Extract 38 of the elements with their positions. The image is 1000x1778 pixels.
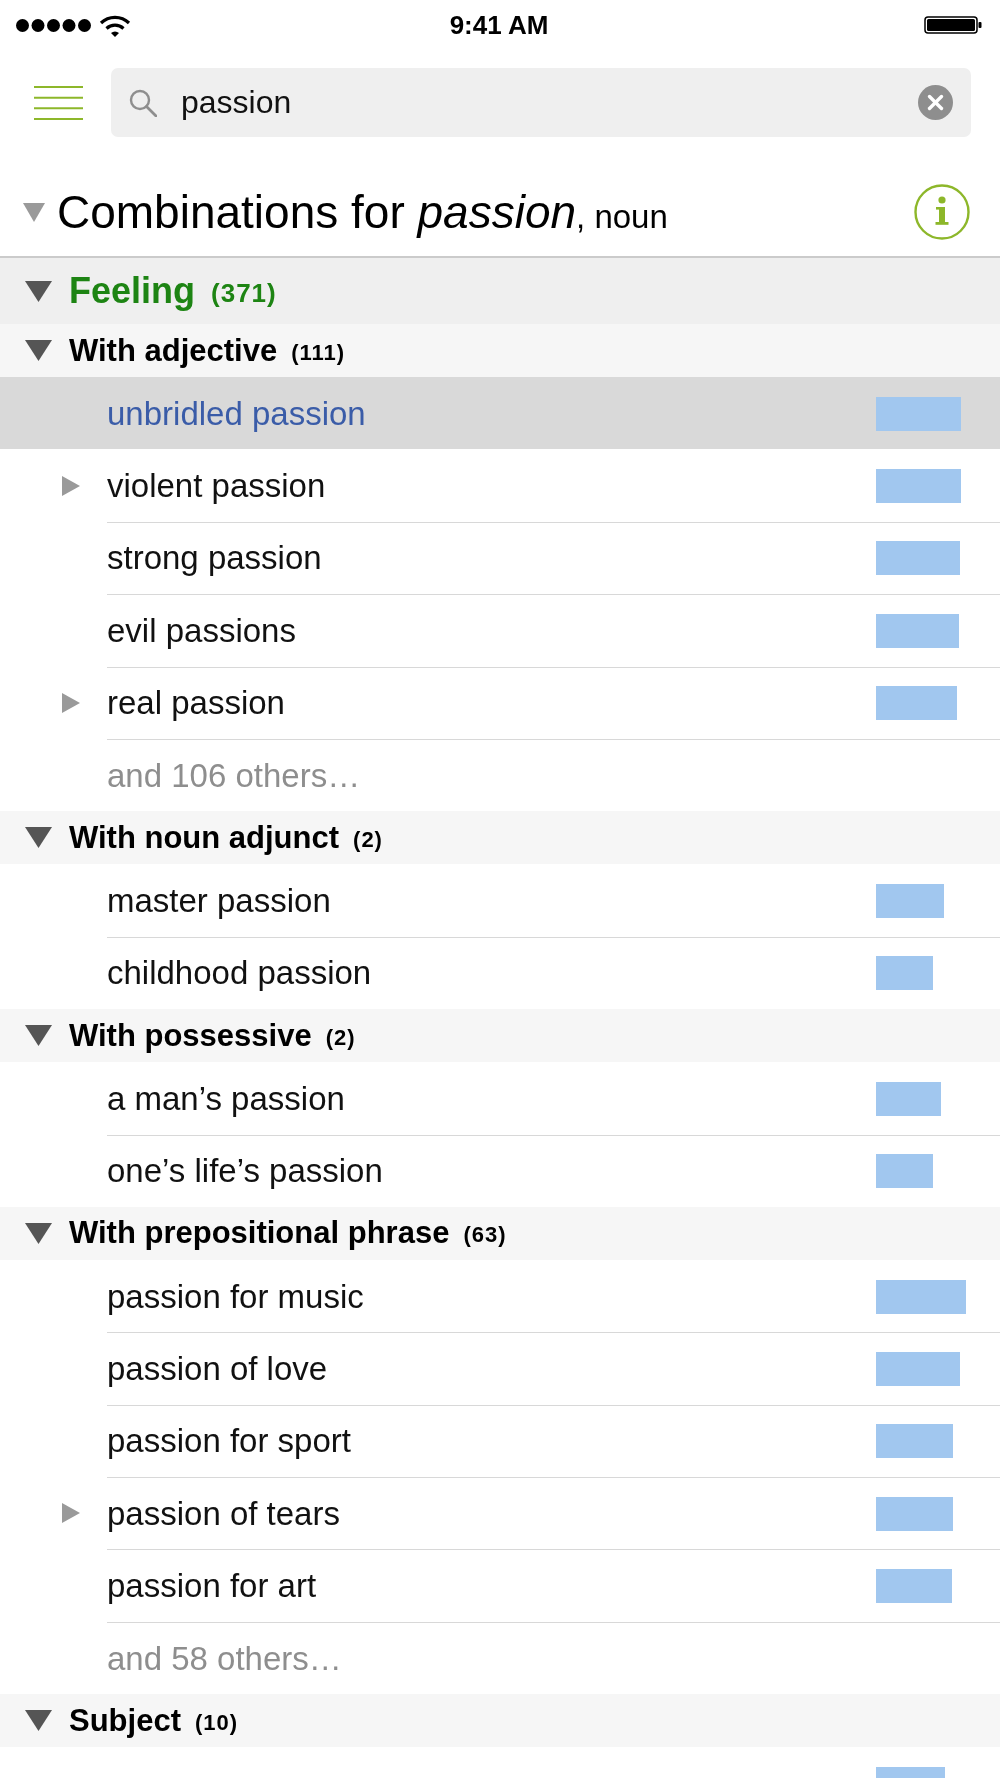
status-time: 9:41 AM	[449, 9, 549, 41]
collocation-item[interactable]: passion for sport	[0, 1404, 1000, 1478]
collocation-item[interactable]: evil passions	[0, 594, 1000, 667]
collocation-item[interactable]: passion of tears	[0, 1477, 1000, 1550]
group-header[interactable]: With adjective (111)	[0, 324, 1000, 377]
expand-triangle-icon[interactable]	[62, 475, 80, 496]
collocation-item[interactable]: unbridled passion	[0, 377, 1000, 450]
collocation-item[interactable]: strong passion	[0, 521, 1000, 595]
collocation-item[interactable]: passion for art	[0, 1549, 1000, 1622]
collocation-item[interactable]: passion of love	[0, 1332, 1000, 1405]
frequency-bar	[876, 1081, 941, 1116]
search-field[interactable]: passion	[111, 68, 971, 137]
expand-triangle-icon[interactable]	[62, 692, 80, 713]
group-header[interactable]: With noun adjunct (2)	[0, 811, 1000, 865]
collocation-item[interactable]: master passion	[0, 864, 1000, 937]
frequency-bar	[876, 1154, 933, 1189]
collocation-item[interactable]: one’s life’s passion	[0, 1134, 1000, 1207]
wifi-icon	[99, 13, 131, 37]
group-header[interactable]: With possessive (2)	[0, 1009, 1000, 1063]
collocation-item[interactable]: violent passion	[0, 449, 1000, 522]
group-header[interactable]: With prepositional phrase (63)	[0, 1206, 1000, 1260]
disclosure-triangle-icon[interactable]	[23, 202, 45, 222]
part-of-speech: , noun	[576, 198, 668, 236]
battery-icon	[924, 16, 982, 34]
collocation-item[interactable]: passion for music	[0, 1259, 1000, 1333]
heading-title: Combinations for passion	[57, 185, 577, 239]
collocation-item[interactable]: real passion	[0, 666, 1000, 739]
search-icon	[129, 88, 157, 117]
signal-icon	[16, 18, 92, 32]
info-icon[interactable]	[914, 184, 970, 240]
menu-icon[interactable]	[34, 85, 83, 120]
expand-triangle-icon[interactable]	[62, 1503, 80, 1524]
clear-icon[interactable]	[918, 85, 953, 120]
category-header[interactable]: Feeling (371)	[0, 258, 1000, 324]
frequency-bar	[876, 884, 944, 919]
group-header[interactable]: Subject (10)	[0, 1694, 1000, 1748]
collocation-item[interactable]: a man’s passion	[0, 1062, 1000, 1135]
frequency-bar	[876, 956, 933, 991]
